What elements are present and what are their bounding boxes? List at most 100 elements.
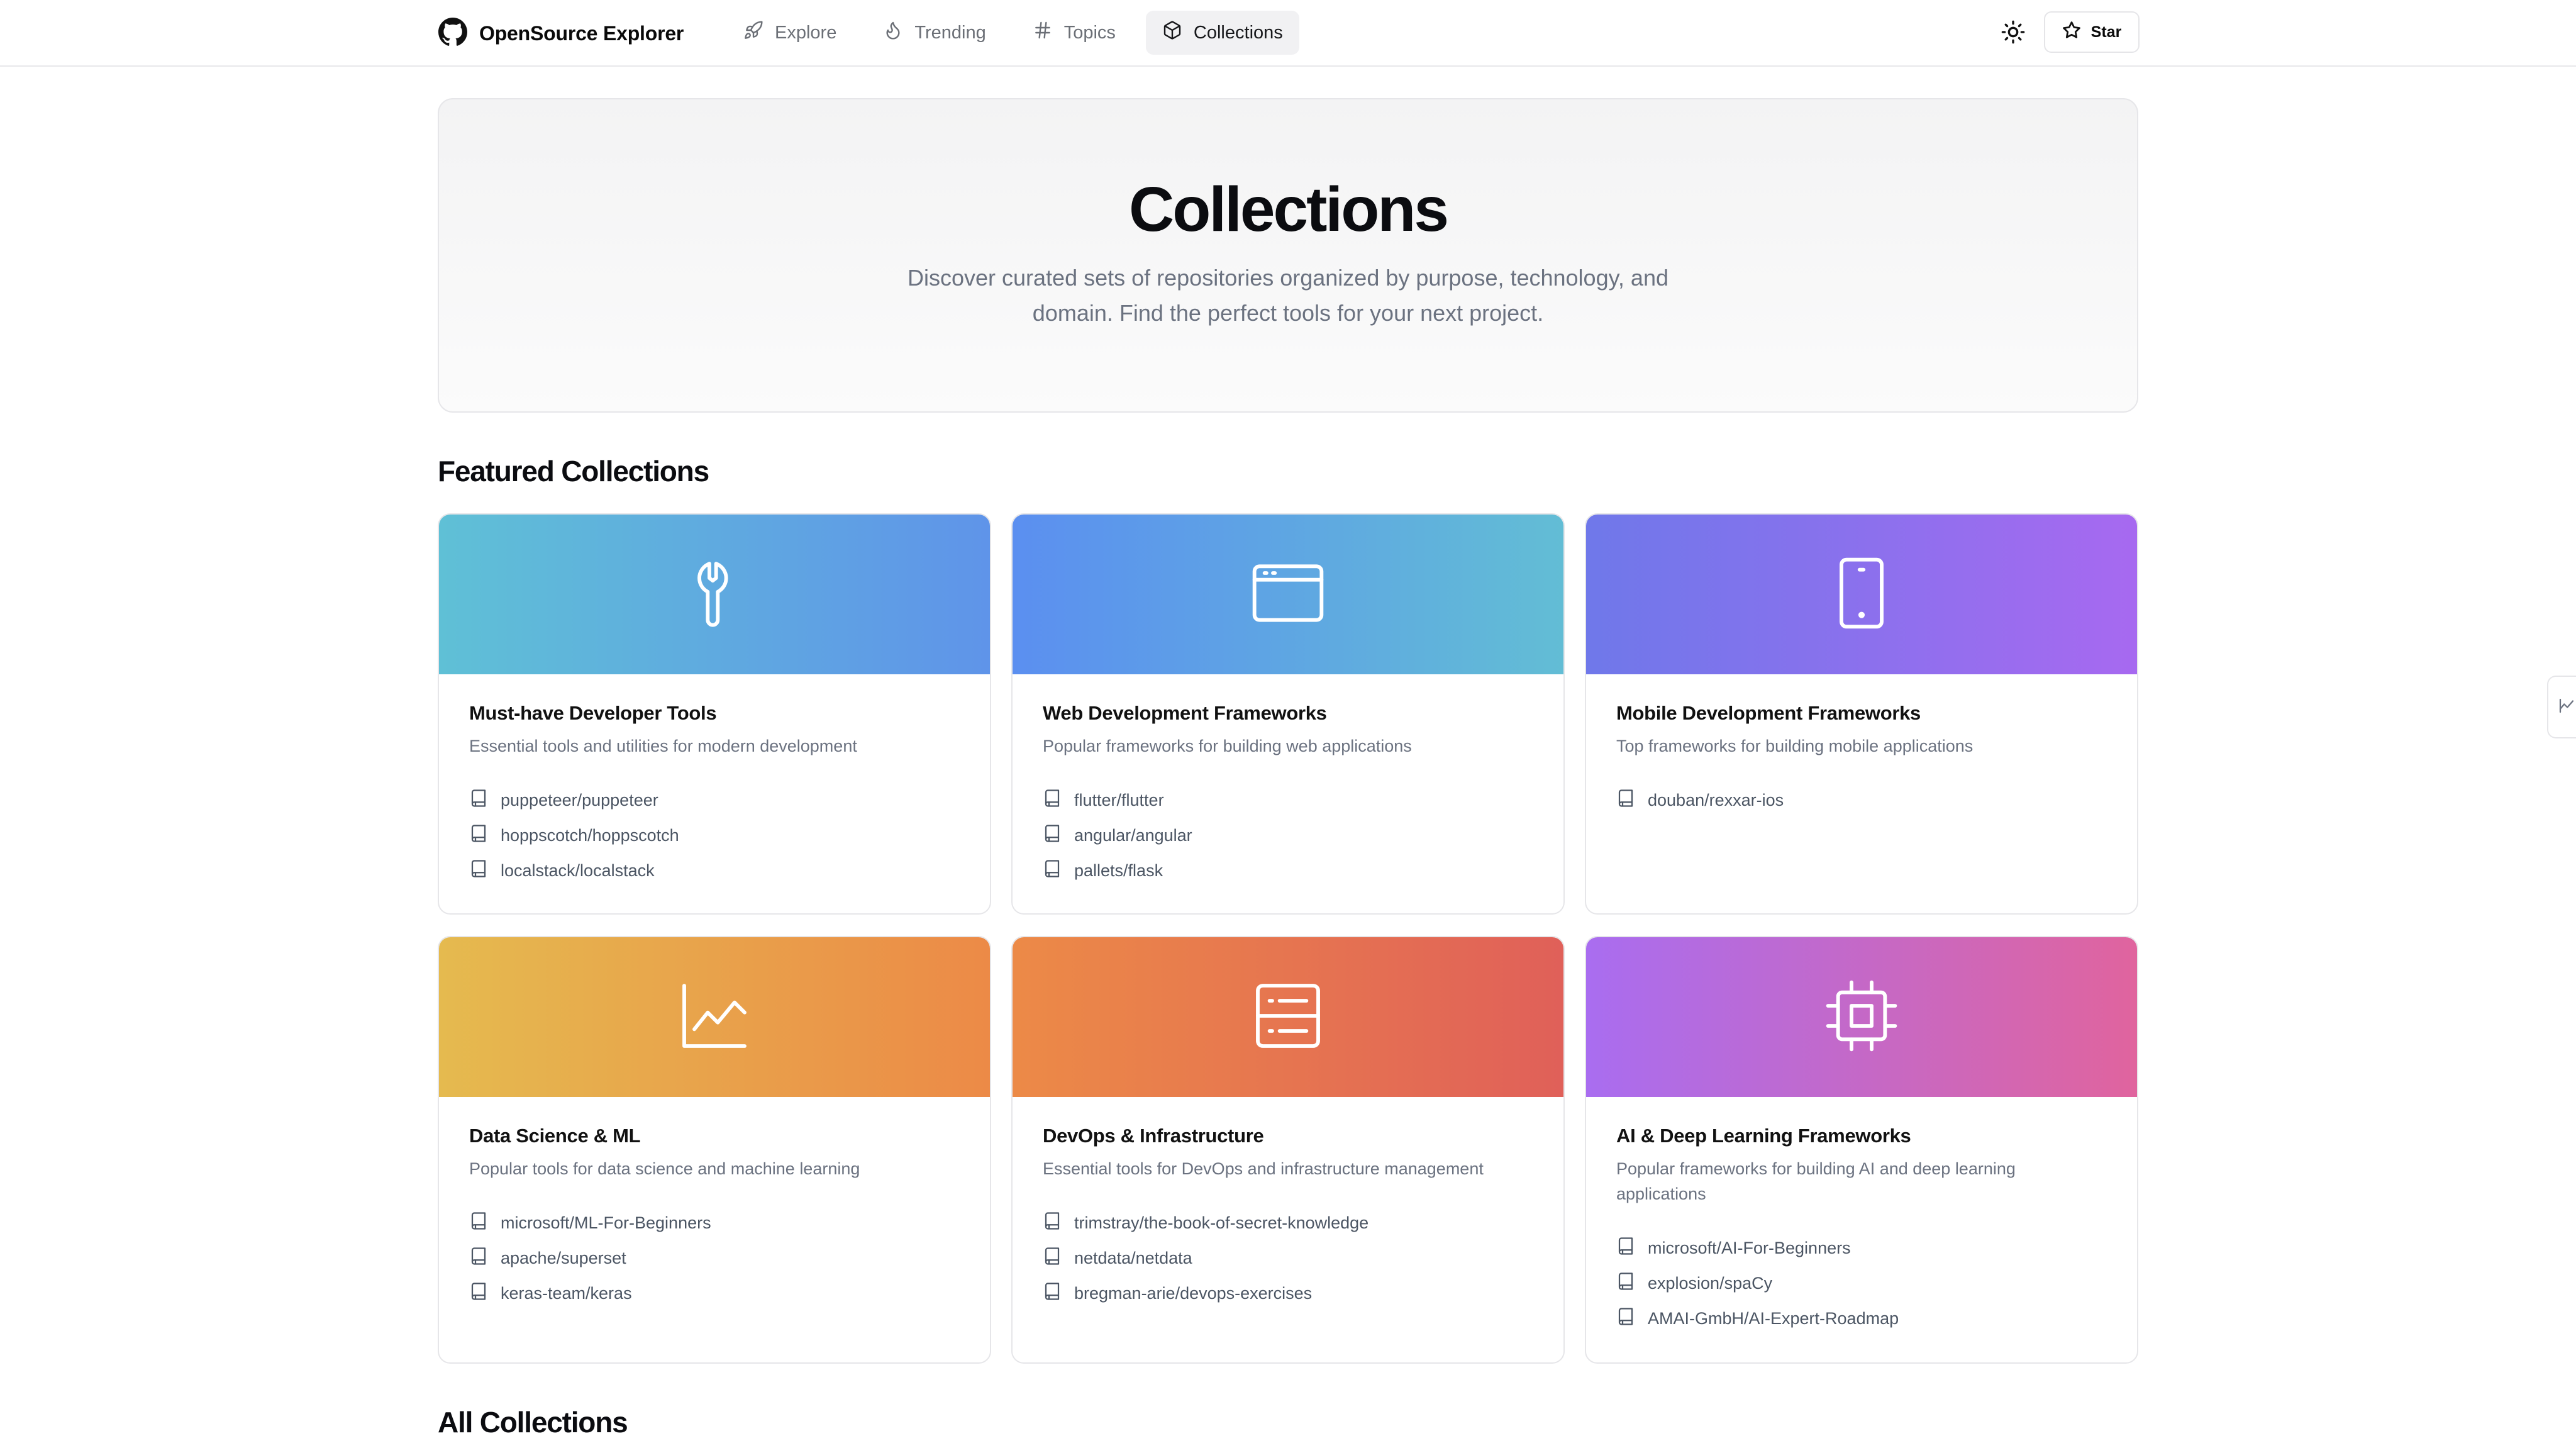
- repo-name: keras-team/keras: [501, 1283, 632, 1303]
- repo-name: puppeteer/puppeteer: [501, 790, 658, 810]
- nav-trending-label: Trending: [914, 22, 986, 43]
- card-description: Popular frameworks for building AI and d…: [1616, 1159, 2016, 1203]
- theme-toggle-button[interactable]: [1994, 14, 2033, 53]
- repo-book-icon: [469, 1282, 488, 1305]
- nav-explore-label: Explore: [775, 22, 837, 43]
- repo-book-icon: [1043, 824, 1062, 847]
- collection-card[interactable]: DevOps & Infrastructure Essential tools …: [1011, 936, 1565, 1364]
- repo-name: angular/angular: [1074, 825, 1192, 845]
- repo-name: localstack/localstack: [501, 860, 655, 880]
- card-description: Essential tools and utilities for modern…: [469, 737, 857, 755]
- repo-link[interactable]: angular/angular: [1043, 818, 1533, 853]
- nav-explore[interactable]: Explore: [727, 11, 853, 55]
- repo-link[interactable]: AMAI-GmbH/AI-Expert-Roadmap: [1616, 1301, 2107, 1336]
- repo-book-icon: [469, 789, 488, 812]
- card-title: Data Science & ML: [469, 1125, 641, 1147]
- collection-card[interactable]: Web Development Frameworks Popular frame…: [1011, 513, 1565, 915]
- sun-icon: [2001, 19, 2026, 48]
- brand-name: OpenSource Explorer: [479, 21, 684, 45]
- card-banner: [1013, 937, 1563, 1097]
- card-title: Mobile Development Frameworks: [1616, 702, 1921, 724]
- card-title: Must-have Developer Tools: [469, 702, 717, 724]
- repo-list: trimstray/the-book-of-secret-knowledge n…: [1043, 1205, 1533, 1311]
- card-banner: [439, 937, 990, 1097]
- repo-list: douban/rexxar-ios: [1616, 782, 2107, 818]
- repo-list: puppeteer/puppeteer hoppscotch/hoppscotc…: [469, 782, 960, 888]
- server-icon: [1248, 976, 1328, 1059]
- repo-book-icon: [1616, 1307, 1635, 1330]
- repo-name: hoppscotch/hoppscotch: [501, 825, 679, 845]
- github-icon: [438, 17, 468, 50]
- rocket-icon: [743, 20, 763, 45]
- card-description: Top frameworks for building mobile appli…: [1616, 737, 1974, 755]
- card-title: Web Development Frameworks: [1043, 702, 1327, 724]
- repo-book-icon: [1043, 1247, 1062, 1270]
- repo-book-icon: [1616, 1237, 1635, 1260]
- repo-link[interactable]: microsoft/ML-For-Beginners: [469, 1205, 960, 1240]
- card-title: DevOps & Infrastructure: [1043, 1125, 1264, 1147]
- repo-link[interactable]: pallets/flask: [1043, 853, 1533, 888]
- collection-card[interactable]: Data Science & ML Popular tools for data…: [438, 936, 991, 1364]
- star-button-label: Star: [2090, 23, 2122, 41]
- repo-book-icon: [469, 824, 488, 847]
- nav-trending[interactable]: Trending: [867, 11, 1002, 55]
- hash-icon: [1033, 20, 1053, 45]
- line-chart-icon: [674, 976, 755, 1059]
- repo-link[interactable]: netdata/netdata: [1043, 1240, 1533, 1276]
- repo-book-icon: [1043, 859, 1062, 882]
- repo-book-icon: [1043, 1211, 1062, 1235]
- repo-book-icon: [1043, 1282, 1062, 1305]
- repo-link[interactable]: explosion/spaCy: [1616, 1266, 2107, 1301]
- repo-book-icon: [1616, 1272, 1635, 1295]
- repo-link[interactable]: bregman-arie/devops-exercises: [1043, 1276, 1533, 1311]
- side-panel-tab[interactable]: [2547, 676, 2576, 738]
- main-nav: Explore Trending Topics Collections: [727, 11, 1299, 55]
- card-description: Popular tools for data science and machi…: [469, 1159, 860, 1178]
- brand-link[interactable]: OpenSource Explorer: [438, 16, 684, 50]
- trend-icon: [2557, 696, 2576, 718]
- repo-book-icon: [469, 1247, 488, 1270]
- page-subtitle: Discover curated sets of repositories or…: [907, 265, 1668, 326]
- all-collections-heading: All Collections: [438, 1406, 628, 1439]
- repo-name: apache/superset: [501, 1248, 626, 1267]
- repo-list: microsoft/ML-For-Beginners apache/supers…: [469, 1205, 960, 1311]
- card-banner: [1586, 937, 2137, 1097]
- repo-list: flutter/flutter angular/angular pallets/…: [1043, 782, 1533, 888]
- repo-book-icon: [469, 1211, 488, 1235]
- smartphone-icon: [1821, 553, 1902, 637]
- repo-book-icon: [1043, 789, 1062, 812]
- collection-card[interactable]: Mobile Development Frameworks Top framew…: [1585, 513, 2138, 915]
- repo-name: AMAI-GmbH/AI-Expert-Roadmap: [1648, 1308, 1899, 1328]
- nav-topics[interactable]: Topics: [1016, 11, 1132, 55]
- repo-link[interactable]: localstack/localstack: [469, 853, 960, 888]
- nav-collections[interactable]: Collections: [1145, 11, 1299, 55]
- top-navbar: OpenSource Explorer Explore Trending Top…: [0, 0, 2576, 67]
- repo-name: microsoft/AI-For-Beginners: [1648, 1238, 1851, 1257]
- repo-name: bregman-arie/devops-exercises: [1074, 1283, 1313, 1303]
- repo-book-icon: [1616, 789, 1635, 812]
- repo-link[interactable]: apache/superset: [469, 1240, 960, 1276]
- star-button[interactable]: Star: [2044, 11, 2140, 53]
- repo-link[interactable]: puppeteer/puppeteer: [469, 782, 960, 818]
- box-icon: [1162, 20, 1182, 45]
- collection-card[interactable]: Must-have Developer Tools Essential tool…: [438, 513, 991, 915]
- repo-link[interactable]: flutter/flutter: [1043, 782, 1533, 818]
- card-description: Popular frameworks for building web appl…: [1043, 737, 1412, 755]
- cpu-chip-icon: [1821, 976, 1902, 1059]
- card-banner: [439, 515, 990, 674]
- card-banner: [1586, 515, 2137, 674]
- repo-name: microsoft/ML-For-Beginners: [501, 1213, 711, 1232]
- repo-book-icon: [469, 859, 488, 882]
- star-icon: [2062, 21, 2081, 44]
- repo-list: microsoft/AI-For-Beginners explosion/spa…: [1616, 1230, 2107, 1336]
- collection-card[interactable]: AI & Deep Learning Frameworks Popular fr…: [1585, 936, 2138, 1364]
- repo-link[interactable]: douban/rexxar-ios: [1616, 782, 2107, 818]
- card-title: AI & Deep Learning Frameworks: [1616, 1125, 1911, 1147]
- repo-link[interactable]: hoppscotch/hoppscotch: [469, 818, 960, 853]
- repo-link[interactable]: microsoft/AI-For-Beginners: [1616, 1230, 2107, 1266]
- hero-panel: Collections Discover curated sets of rep…: [438, 98, 2138, 413]
- repo-name: explosion/spaCy: [1648, 1273, 1773, 1293]
- repo-link[interactable]: keras-team/keras: [469, 1276, 960, 1311]
- page-title: Collections: [1129, 174, 1449, 245]
- repo-link[interactable]: trimstray/the-book-of-secret-knowledge: [1043, 1205, 1533, 1240]
